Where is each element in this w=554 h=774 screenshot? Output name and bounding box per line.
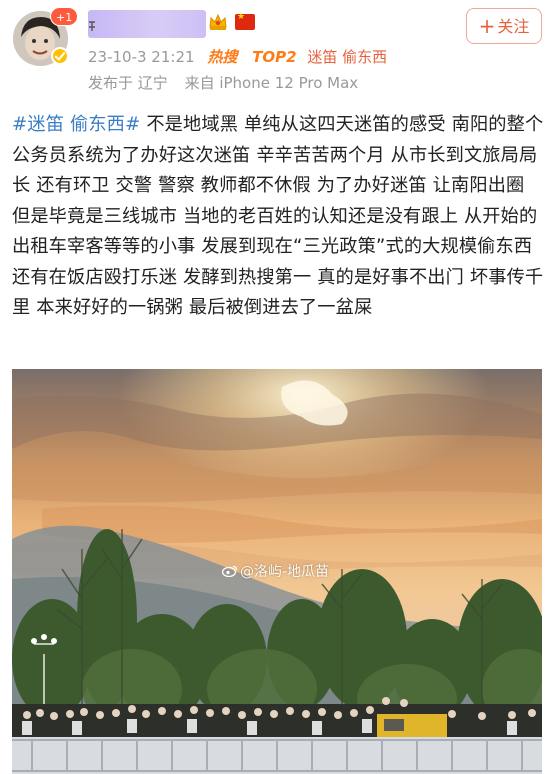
verified-icon: [51, 47, 69, 65]
post-timestamp: 23-10-3 21:21: [88, 48, 195, 66]
post-body-text: 不是地域黑 单纯从这四天迷笛的感受 南阳的整个公务员系统为了办好这次迷笛 辛辛苦…: [12, 114, 544, 318]
follow-button[interactable]: + 关注: [466, 8, 542, 44]
china-flag-icon: [235, 12, 255, 30]
post-header: +1 +关注 23-10-3 21:21 热搜 TOP2 迷笛 偷东西 发布于 …: [0, 0, 554, 100]
crown-icon[interactable]: [208, 12, 228, 32]
photo-watermark-text: @洛屿-地瓜苗: [240, 564, 330, 580]
hot-rank-label[interactable]: TOP2: [252, 48, 296, 66]
username-fragment-icon: [89, 21, 95, 31]
hot-search-label[interactable]: 热搜: [207, 48, 237, 66]
post-location: 发布于 辽宁: [88, 74, 168, 92]
post-device: 来自 iPhone 12 Pro Max: [184, 74, 359, 92]
hot-topic-link[interactable]: 迷笛 偷东西: [307, 48, 387, 66]
follow-label: 关注: [497, 17, 530, 36]
post-meta-line: 23-10-3 21:21 热搜 TOP2 迷笛 偷东西: [88, 46, 387, 68]
post-body: #迷笛 偷东西# 不是地域黑 单纯从这四天迷笛的感受 南阳的整个公务员系统为了办…: [12, 110, 544, 324]
notification-badge: +1: [50, 7, 79, 26]
plus-icon: +: [478, 14, 496, 38]
photo-watermark: @洛屿-地瓜苗: [222, 561, 329, 581]
username-redacted[interactable]: [88, 10, 206, 38]
post-source-line: 发布于 辽宁 来自 iPhone 12 Pro Max: [88, 72, 358, 94]
weibo-watermark-icon: [222, 565, 238, 577]
hashtag-link[interactable]: #迷笛 偷东西#: [12, 114, 140, 135]
